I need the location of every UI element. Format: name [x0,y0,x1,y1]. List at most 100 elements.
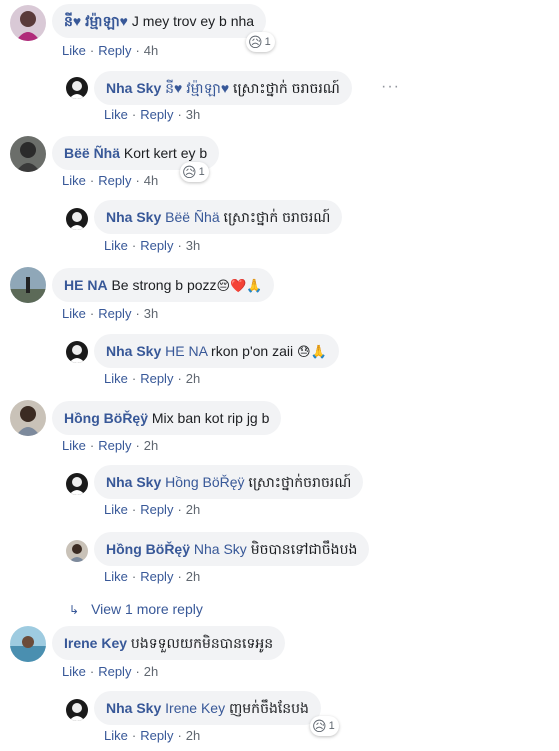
timestamp[interactable]: 3h [144,306,158,321]
comment-text: ស្រោះថ្នាក់ចរាចរណ៍ [244,474,352,490]
like-link[interactable]: Like [104,569,128,584]
mention-link[interactable]: Nha Sky [194,541,247,557]
avatar[interactable] [66,540,88,562]
timestamp[interactable]: 2h [186,502,200,517]
reply-link[interactable]: Reply [98,173,131,188]
timestamp[interactable]: 2h [144,438,158,453]
comment-bubble: Nha Sky Bëë Ñhä ស្រោះថ្នាក់ ចរាចរណ៍ [94,200,343,234]
comment-actions: Like · Reply · 3h [104,107,201,122]
avatar[interactable] [66,341,88,363]
avatar[interactable] [10,267,46,303]
like-link[interactable]: Like [62,173,86,188]
avatar[interactable] [10,5,46,41]
comment-author[interactable]: នី♥ វម្ម៉ាឡា♥ [64,13,128,29]
comment-text: J mey trov ey b nha [128,13,255,29]
comment-author[interactable]: Nha Sky [106,343,161,359]
reply-link[interactable]: Reply [98,306,131,321]
reply-link[interactable]: Reply [140,728,173,743]
comment-text: Be strong b pozz [107,277,217,293]
timestamp[interactable]: 3h [186,238,200,253]
comment-author[interactable]: Irene Key [64,635,127,651]
comment-actions: Like · Reply · 2h [104,502,201,517]
reply-link[interactable]: Reply [140,107,173,122]
timestamp[interactable]: 4h [144,173,158,188]
comment-author[interactable]: Nha Sky [106,209,161,225]
avatar[interactable] [66,473,88,495]
reaction-badge[interactable]: 😥 1 [310,716,339,736]
reaction-badge[interactable]: 😥 1 [246,32,275,52]
comment-bubble: Nha Sky Hồng BöŘęÿ ស្រោះថ្នាក់ចរាចរណ៍ [94,465,364,499]
reaction-count: 1 [198,166,205,178]
avatar[interactable] [10,400,46,436]
timestamp[interactable]: 2h [186,569,200,584]
comment-text: Mix ban kot rip jg b [148,410,270,426]
comment-actions: Like · Reply · 2h [104,569,201,584]
comment-actions: Like · Reply · 2h [104,728,201,743]
reaction-badge[interactable]: 😥 1 [180,162,209,182]
mention-link[interactable]: Irene Key [165,700,225,716]
like-link[interactable]: Like [104,728,128,743]
like-link[interactable]: Like [62,306,86,321]
reply-link[interactable]: Reply [140,371,173,386]
comment-text: rkon p'on zaii [207,343,297,359]
like-link[interactable]: Like [104,502,128,517]
comment-text: ញមក់ចឹងនែបង [225,700,309,716]
mention-link[interactable]: HE NA [165,343,207,359]
timestamp[interactable]: 2h [186,371,200,386]
comment-text: បងទទួលយកមិនបានទេអូន [127,635,274,651]
reply-link[interactable]: Reply [98,438,131,453]
comment-author[interactable]: HE NA [64,277,108,293]
reaction-count: 1 [328,720,335,732]
comment-author[interactable]: Hồng BöŘęÿ [106,541,190,557]
reply-link[interactable]: Reply [140,238,173,253]
comment-author[interactable]: Nha Sky [106,474,161,490]
reply-arrow-icon: ↳ [69,603,80,617]
reply-link[interactable]: Reply [140,569,173,584]
comment-bubble: HE NA Be strong b pozz😔❤️🙏 [52,268,275,302]
like-link[interactable]: Like [62,664,86,679]
comment-text: ស្រោះថ្នាក់ ចរាចរណ៍ [219,209,331,225]
comment-actions: Like · Reply · 2h [62,438,159,453]
comment-text: ស្រោះថ្នាក់ ចរាចរណ៍ [229,80,340,96]
mention-link[interactable]: នី♥ វម្ម៉ាឡា♥ [165,80,229,96]
comment-author[interactable]: Nha Sky [106,80,161,96]
timestamp[interactable]: 3h [186,107,200,122]
comment-bubble: Irene Key បងទទួលយកមិនបានទេអូន [52,626,286,660]
comment-actions: Like · Reply · 3h [62,306,159,321]
comment-author[interactable]: Hồng BöŘęÿ [64,410,148,426]
like-link[interactable]: Like [104,107,128,122]
reaction-count: 1 [264,36,271,48]
mention-link[interactable]: Hồng BöŘęÿ [165,474,244,490]
like-link[interactable]: Like [104,371,128,386]
avatar[interactable] [66,208,88,230]
comment-actions: Like · Reply · 3h [104,238,201,253]
comment-bubble: Hồng BöŘęÿ Nha Sky មិចបានទៅជាចឹងបង [94,532,370,566]
sad-reaction-icon: 😥 [248,34,263,50]
view-more-replies-link[interactable]: ↳ View 1 more reply [69,601,203,617]
timestamp[interactable]: 2h [186,728,200,743]
mention-link[interactable]: Bëë Ñhä [165,209,219,225]
sad-reaction-icon: 😥 [312,718,327,734]
view-more-label[interactable]: View 1 more reply [91,601,203,617]
avatar[interactable] [10,626,46,662]
reply-link[interactable]: Reply [98,664,131,679]
timestamp[interactable]: 4h [144,43,158,58]
avatar[interactable] [10,136,46,172]
like-link[interactable]: Like [62,438,86,453]
comment-author[interactable]: Nha Sky [106,700,161,716]
avatar[interactable] [66,77,88,99]
comment-bubble: នី♥ វម្ម៉ាឡា♥ J mey trov ey b nha [52,4,267,38]
more-options-icon[interactable]: ··· [381,78,400,96]
like-link[interactable]: Like [62,43,86,58]
comment-actions: Like · Reply · 4h [62,43,159,58]
comment-bubble: Nha Sky Irene Key ញមក់ចឹងនែបង [94,691,321,725]
avatar[interactable] [66,699,88,721]
comment-actions: Like · Reply · 2h [104,371,201,386]
like-link[interactable]: Like [104,238,128,253]
reply-link[interactable]: Reply [140,502,173,517]
timestamp[interactable]: 2h [144,664,158,679]
comment-author[interactable]: Bëë Ñhä [64,145,120,161]
comment-bubble: Nha Sky HE NA rkon p'on zaii 😓🙏 [94,334,339,368]
reply-link[interactable]: Reply [98,43,131,58]
comment-text: Kort kert ey b [120,145,208,161]
